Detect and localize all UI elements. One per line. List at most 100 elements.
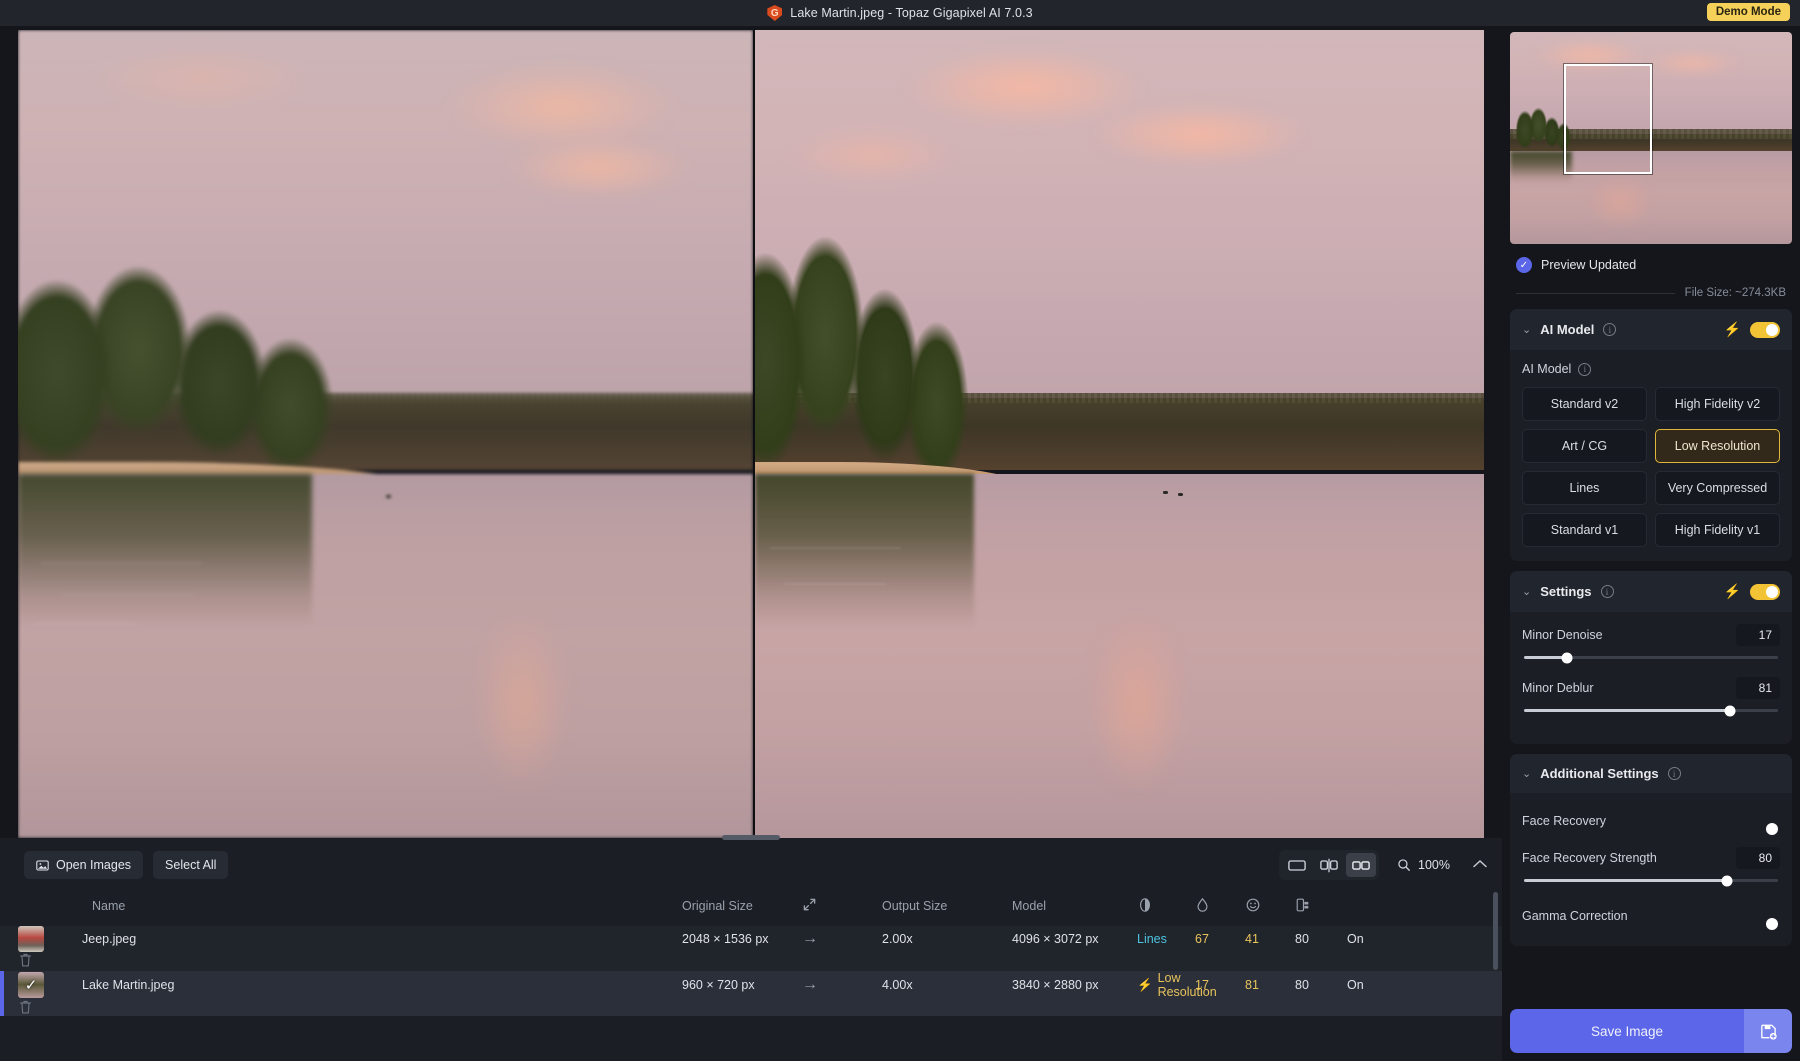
title-group: G Lake Martin.jpeg - Topaz Gigapixel AI … <box>767 5 1032 21</box>
minor-deblur-value[interactable]: 81 <box>1736 677 1780 699</box>
model-button-lines[interactable]: Lines <box>1522 471 1647 505</box>
crop-selection-rectangle[interactable] <box>1564 64 1652 174</box>
zoom-control[interactable]: 100% <box>1397 858 1450 872</box>
trash-icon[interactable] <box>18 952 82 971</box>
main-body: Open Images Select All <box>0 26 1800 1061</box>
original-image <box>18 30 753 838</box>
row-denoise: 67 <box>1195 932 1245 946</box>
jeep-thumbnail <box>18 926 44 952</box>
preview-status: ✓ Preview Updated <box>1510 244 1792 273</box>
face-strength-value[interactable]: 80 <box>1736 847 1780 869</box>
pane-resize-handle[interactable] <box>722 835 780 840</box>
face-recovery-strength-row: Face Recovery Strength 80 <box>1522 847 1780 882</box>
additional-settings-header[interactable]: ⌄ Additional Settings i <box>1510 754 1792 793</box>
window-title: Lake Martin.jpeg - Topaz Gigapixel AI 7.… <box>790 6 1032 20</box>
row-model[interactable]: ⚡ Low Resolution <box>1137 971 1195 999</box>
row-thumb-cell <box>18 926 82 952</box>
ai-model-body: AI Model i Standard v2 High Fidelity v2 … <box>1510 350 1792 561</box>
minor-denoise-value[interactable]: 17 <box>1736 624 1780 646</box>
trash-icon[interactable] <box>18 999 82 1018</box>
ai-model-header[interactable]: ⌄ AI Model i ⚡ <box>1510 309 1792 350</box>
model-button-standard-v2[interactable]: Standard v2 <box>1522 387 1647 421</box>
model-button-high-fidelity-v1[interactable]: High Fidelity v1 <box>1655 513 1780 547</box>
th-scale-icon <box>802 897 882 915</box>
right-settings-panel: ✓ Preview Updated File Size: ~274.3KB ⌄ … <box>1502 26 1800 1061</box>
single-pane-icon <box>1288 859 1306 872</box>
demo-mode-badge: Demo Mode <box>1707 3 1790 21</box>
magnifier-icon <box>1397 858 1411 872</box>
additional-settings-card: ⌄ Additional Settings i Face Recovery <box>1510 754 1792 946</box>
divider-line <box>1516 293 1675 294</box>
minor-denoise-label: Minor Denoise <box>1522 628 1603 642</box>
minor-deblur-slider-row: Minor Deblur 81 <box>1522 677 1780 712</box>
info-icon[interactable]: i <box>1578 363 1591 376</box>
settings-card: ⌄ Settings i ⚡ Minor Denoise 17 <box>1510 571 1792 744</box>
chevron-down-icon[interactable]: ⌄ <box>1522 585 1531 598</box>
side-by-side-view-button[interactable] <box>1346 853 1376 877</box>
navigator-thumbnail[interactable] <box>1510 32 1792 244</box>
table-row[interactable]: ✓ Lake Martin.jpeg 960 × 720 px → 4.00x … <box>0 971 1502 1016</box>
info-icon[interactable]: i <box>1603 323 1616 336</box>
face-strength-slider[interactable] <box>1524 879 1778 882</box>
th-original-size: Original Size <box>682 899 802 913</box>
ai-model-sub-label: AI Model <box>1522 362 1571 376</box>
ai-model-toggle[interactable] <box>1750 322 1780 338</box>
droplet-icon <box>1195 897 1210 913</box>
model-button-low-resolution[interactable]: Low Resolution <box>1655 429 1780 463</box>
model-button-art-cg[interactable]: Art / CG <box>1522 429 1647 463</box>
bottom-toolbar: Open Images Select All <box>0 844 1502 886</box>
split-slider-view-button[interactable] <box>1314 853 1344 877</box>
select-all-button[interactable]: Select All <box>153 851 228 879</box>
model-button-standard-v1[interactable]: Standard v1 <box>1522 513 1647 547</box>
gamma-correction-row: Gamma Correction <box>1522 900 1780 932</box>
additional-settings-title: Additional Settings <box>1540 766 1658 781</box>
model-button-high-fidelity-v2[interactable]: High Fidelity v2 <box>1655 387 1780 421</box>
sun-reflection <box>1090 613 1185 795</box>
minor-deblur-slider[interactable] <box>1524 709 1778 712</box>
model-button-very-compressed[interactable]: Very Compressed <box>1655 471 1780 505</box>
compare-panes <box>18 30 1484 838</box>
chevron-down-icon[interactable]: ⌄ <box>1522 323 1531 336</box>
original-image-pane[interactable] <box>18 30 753 838</box>
chevron-up-icon[interactable] <box>1472 856 1488 874</box>
sun-reflection <box>1589 179 1651 226</box>
save-image-button[interactable]: Save Image <box>1510 1009 1792 1053</box>
row-scale: 2.00x <box>882 932 1012 946</box>
row-model[interactable]: Lines <box>1137 932 1195 946</box>
expand-arrow-icon <box>802 897 817 912</box>
lightning-bolt-icon: ⚡ <box>1724 321 1741 338</box>
table-scrollbar[interactable] <box>1493 892 1498 970</box>
table-row[interactable]: Jeep.jpeg 2048 × 1536 px → 2.00x 4096 × … <box>0 926 1502 971</box>
settings-header[interactable]: ⌄ Settings i ⚡ <box>1510 571 1792 612</box>
row-name: Jeep.jpeg <box>82 932 682 946</box>
info-icon[interactable]: i <box>1601 585 1614 598</box>
open-images-button[interactable]: Open Images <box>24 851 143 879</box>
file-table: Name Original Size Output Size Model <box>0 886 1502 1061</box>
row-gamma: On <box>1347 932 1407 946</box>
smiley-face-icon <box>1245 897 1261 913</box>
save-image-label: Save Image <box>1510 1009 1744 1053</box>
ai-model-title: AI Model <box>1540 322 1594 337</box>
single-pane-view-button[interactable] <box>1282 853 1312 877</box>
minor-deblur-top: Minor Deblur 81 <box>1522 677 1780 699</box>
save-settings-button[interactable] <box>1744 1009 1792 1053</box>
enhanced-image-pane[interactable] <box>755 30 1484 838</box>
row-output-size: 4096 × 3072 px <box>1012 932 1137 946</box>
minor-denoise-slider[interactable] <box>1524 656 1778 659</box>
row-original-size: 2048 × 1536 px <box>682 932 802 946</box>
row-original-size: 960 × 720 px <box>682 978 802 992</box>
tree-reflection <box>18 474 312 627</box>
settings-header-controls: ⚡ <box>1724 583 1780 600</box>
th-face-icon <box>1245 897 1295 916</box>
settings-toggle[interactable] <box>1750 584 1780 600</box>
row-thumb-cell: ✓ <box>18 972 82 998</box>
face-strength-top: Face Recovery Strength 80 <box>1522 847 1780 869</box>
image-icon <box>36 859 49 872</box>
cloud <box>784 127 959 184</box>
gamma-correction-label: Gamma Correction <box>1522 909 1628 923</box>
row-arrow: → <box>802 930 882 948</box>
info-icon[interactable]: i <box>1668 767 1681 780</box>
tree-reflection <box>755 474 974 627</box>
tree-reflection <box>1510 151 1572 183</box>
chevron-down-icon[interactable]: ⌄ <box>1522 767 1531 780</box>
